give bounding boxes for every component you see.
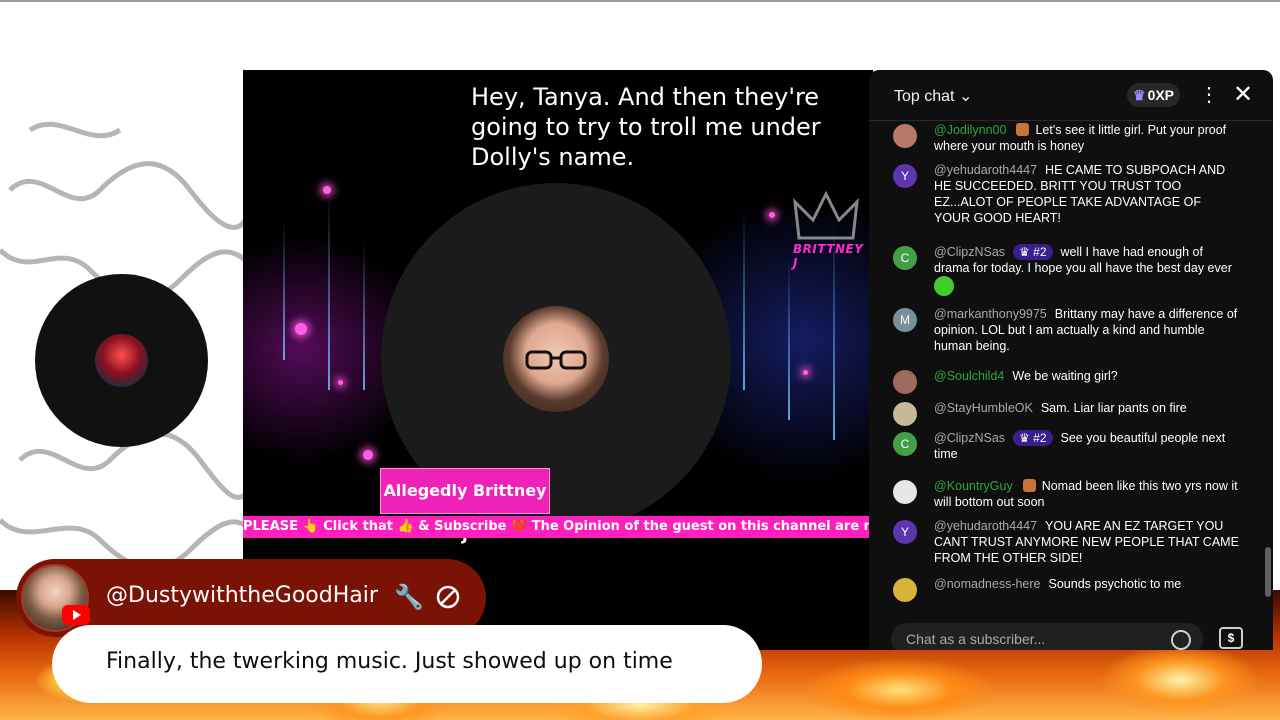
chat-author[interactable]: @ClipzNSas [934, 245, 1005, 259]
chat-author[interactable]: @KountryGuy [934, 479, 1013, 493]
user-avatar[interactable]: Y [893, 164, 917, 188]
crown-icon: ♛ [1133, 87, 1146, 103]
user-avatar[interactable]: C [893, 432, 917, 456]
more-options-icon[interactable]: ⋮ [1199, 82, 1219, 107]
commenter-name: @DustywiththeGoodHair [106, 583, 378, 608]
chat-scrollbar[interactable] [1265, 122, 1271, 610]
chat-author[interactable]: @Soulchild4 [934, 369, 1004, 383]
light-streak [328, 190, 330, 390]
youtube-icon [62, 605, 90, 625]
featured-comment-text: Finally, the twerking music. Just showed… [106, 649, 673, 674]
emoji-icon[interactable] [1171, 630, 1191, 650]
user-avatar[interactable] [893, 402, 917, 426]
ticker-banner: PLEASE 👆 Click that 👍 & Subscribe ❤️ The… [243, 516, 873, 538]
sparkle-dot [803, 370, 808, 375]
sparkle-dot [769, 212, 775, 218]
chat-message-content: @ClipzNSas ♛ #2 well I have had enough of … [934, 244, 1240, 296]
featured-comment-body: Finally, the twerking music. Just showed… [52, 625, 762, 703]
sparkle-dot [338, 380, 343, 385]
chat-text: Sam. Liar liar pants on fire [1040, 401, 1187, 415]
glasses-icon [525, 350, 587, 370]
user-avatar[interactable]: M [893, 308, 917, 332]
host-name-tag: Allegedly Brittney J [380, 468, 550, 544]
guest-avatar [95, 334, 148, 387]
chat-message-content: @markanthony9975 Brittany may have a diff… [934, 306, 1240, 354]
host-avatar [503, 306, 609, 412]
crown-logo-icon [793, 190, 859, 240]
chat-author[interactable]: @yehudaroth4447 [934, 163, 1037, 177]
sparkle-dot [363, 450, 373, 460]
chat-author[interactable]: @Jodilynn00 [934, 123, 1006, 137]
super-chat-icon[interactable]: $ [1219, 627, 1243, 649]
chat-mode-dropdown[interactable]: Top chat ⌄ [894, 86, 972, 106]
rank-badge: ♛ #2 [1013, 244, 1053, 260]
chat-message-content: @yehudaroth4447 HE CAME TO SUBPOACH AND H… [934, 162, 1240, 226]
rank-badge-label: #2 [1033, 245, 1047, 259]
light-streak [283, 220, 285, 360]
light-streak [363, 240, 365, 390]
chat-author[interactable]: @ClipzNSas [934, 431, 1005, 445]
user-avatar[interactable]: C [893, 246, 917, 270]
xp-label: 0XP [1147, 87, 1175, 103]
rank-badge-label: #2 [1033, 431, 1047, 445]
chevron-down-icon: ⌄ [958, 88, 973, 105]
guest-circle-frame [35, 274, 208, 447]
chat-author[interactable]: @markanthony9975 [934, 307, 1047, 321]
chat-message-list[interactable]: @Jodilynn00 Let's see it little girl. Put… [869, 122, 1273, 610]
green-heart-icon [934, 276, 954, 296]
user-avatar[interactable] [893, 124, 917, 148]
chat-author[interactable]: @StayHumbleOK [934, 401, 1033, 415]
chat-text: We be waiting girl? [1012, 369, 1118, 383]
member-emote-icon [1016, 123, 1030, 136]
chat-text: Sounds psychotic to me [1048, 577, 1182, 591]
chat-message-content: @Jodilynn00 Let's see it little girl. Put… [934, 122, 1240, 154]
chat-message-content: @Soulchild4 We be waiting girl? [934, 368, 1240, 384]
chat-input[interactable]: Chat as a subscriber... [891, 623, 1203, 650]
sparkle-dot [295, 323, 307, 335]
chat-message-content: @yehudaroth4447 YOU ARE AN EZ TARGET YOU … [934, 518, 1240, 566]
scrollbar-thumb[interactable] [1265, 547, 1271, 597]
top-border [0, 0, 1280, 2]
crown-icon: ♛ [1019, 431, 1034, 445]
user-avatar[interactable] [893, 480, 917, 504]
chat-message-content: @KountryGuy Nomad been like this two yrs … [934, 478, 1240, 510]
user-avatar[interactable]: Y [893, 520, 917, 544]
chat-header: Top chat ⌄ ♛ 0XP ⋮ ✕ [869, 70, 1273, 121]
live-caption: Hey, Tanya. And then they're going to tr… [471, 83, 821, 171]
light-streak [743, 210, 745, 390]
light-streak [788, 260, 790, 420]
member-emote-icon [1022, 479, 1036, 492]
user-avatar[interactable] [893, 370, 917, 394]
chat-message-content: @StayHumbleOK Sam. Liar liar pants on fir… [934, 400, 1240, 416]
channel-logo-text: BRITTNEY J [793, 242, 864, 270]
chat-input-placeholder: Chat as a subscriber... [906, 631, 1046, 647]
chat-mode-label: Top chat [894, 88, 955, 105]
close-icon[interactable]: ✕ [1233, 80, 1253, 109]
rank-badge: ♛ #2 [1013, 430, 1053, 446]
chat-message-content: @ClipzNSas ♛ #2 See you beautiful people n… [934, 430, 1240, 462]
chat-author[interactable]: @yehudaroth4447 [934, 519, 1037, 533]
crown-icon: ♛ [1019, 245, 1034, 259]
xp-badge[interactable]: ♛ 0XP [1127, 83, 1181, 107]
wrench-icon: 🔧 [394, 584, 424, 611]
block-icon [436, 585, 460, 609]
chat-message-content: @nomadness-here Sounds psychotic to me [934, 576, 1240, 592]
user-avatar[interactable] [893, 578, 917, 602]
live-chat-panel: Top chat ⌄ ♛ 0XP ⋮ ✕ @Jodilynn00 Let's see… [869, 70, 1273, 650]
sparkle-dot [323, 186, 331, 194]
chat-author[interactable]: @nomadness-here [934, 577, 1041, 591]
